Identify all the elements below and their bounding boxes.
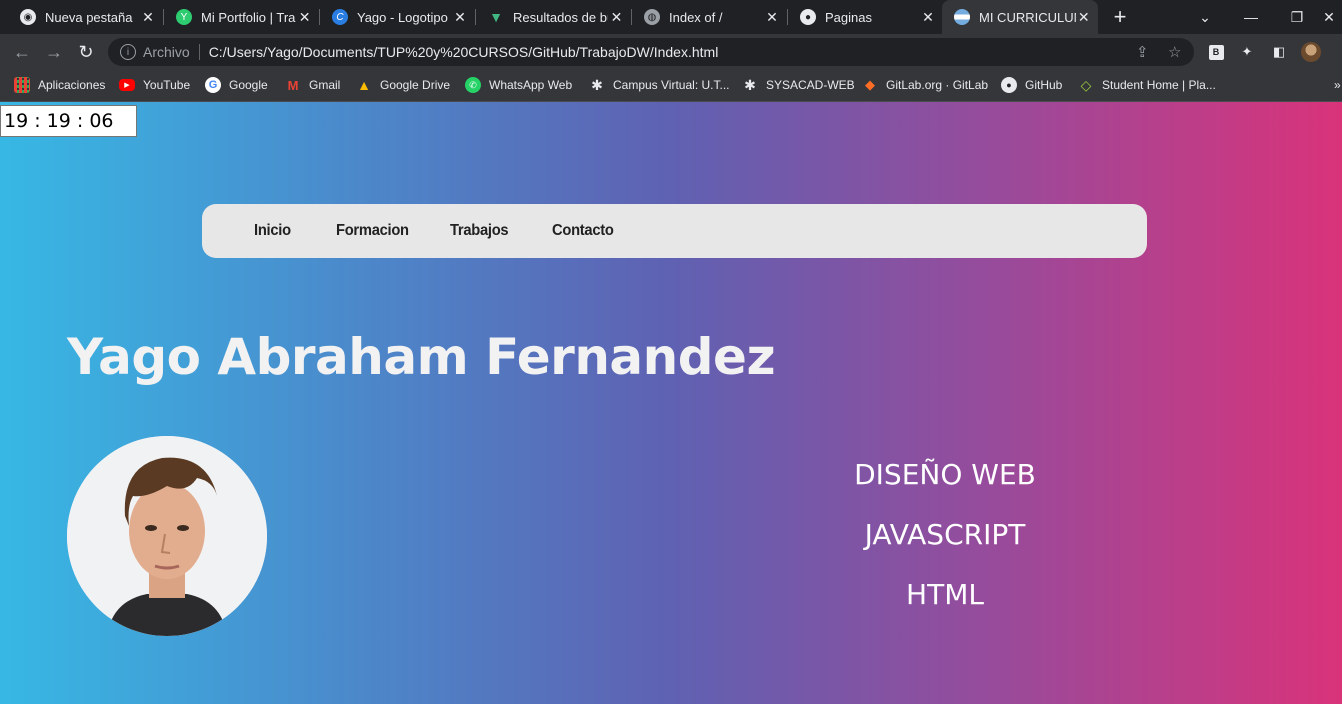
tab-paginas[interactable]: ● Paginas ✕ <box>788 0 943 34</box>
close-icon[interactable]: ✕ <box>763 9 781 26</box>
youtube-icon: ▶ <box>119 79 135 91</box>
bookmark-label: SYSACAD-WEB <box>766 78 855 92</box>
close-icon[interactable]: ✕ <box>451 9 469 26</box>
bookmark-label: Student Home | Pla... <box>1102 78 1216 92</box>
utn-icon: ✱ <box>744 76 756 93</box>
search-results-icon: ▼ <box>489 9 503 25</box>
google-icon: G <box>205 77 221 93</box>
tab-title: Paginas <box>825 9 872 25</box>
address-bar[interactable]: i Archivo C:/Users/Yago/Documents/TUP%20… <box>108 38 1194 66</box>
star-icon[interactable]: ☆ <box>1168 38 1181 66</box>
tab-title: Resultados de bú <box>513 9 609 25</box>
skill-diseno-web: DISEÑO WEB <box>854 458 1036 491</box>
bookmark-student-home[interactable]: ◇ Student Home | Pla... <box>1078 70 1216 100</box>
bookmark-campus-virtual[interactable]: ✱ Campus Virtual: U.T... <box>589 70 729 100</box>
side-panel-icon[interactable]: ◧ <box>1269 42 1289 62</box>
utn-icon: ✱ <box>591 76 603 93</box>
tab-mi-portfolio[interactable]: Y Mi Portfolio | Trab ✕ <box>164 0 319 34</box>
restore-button[interactable]: ❐ <box>1274 0 1320 34</box>
extensions-puzzle-icon[interactable]: ✦ <box>1237 42 1257 62</box>
clock-display: 19 : 19 : 06 <box>0 105 137 137</box>
security-chip: Archivo <box>143 44 190 60</box>
tab-title: MI CURRICULUM <box>979 9 1076 25</box>
tab-title: Nueva pestaña <box>45 9 133 25</box>
extension-b-icon[interactable]: B <box>1206 42 1226 62</box>
bookmark-label: GitHub <box>1025 78 1063 92</box>
bookmark-label: Gmail <box>309 78 341 92</box>
profile-avatar[interactable] <box>1301 42 1321 62</box>
site-navbar: Inicio Formacion Trabajos Contacto <box>202 204 1147 258</box>
nav-trabajos[interactable]: Trabajos <box>450 204 509 258</box>
bookmark-whatsapp[interactable]: ✆ WhatsApp Web <box>465 70 572 100</box>
tab-index-of[interactable]: ◍ Index of / ✕ <box>632 0 787 34</box>
bookmark-sysacad[interactable]: ✱ SYSACAD-WEB <box>742 70 855 100</box>
page-title: Yago Abraham Fernandez <box>67 328 776 386</box>
back-button[interactable]: ← <box>10 40 34 64</box>
skill-javascript: JAVASCRIPT <box>864 518 1026 551</box>
bookmark-label: Campus Virtual: U.T... <box>613 78 730 92</box>
close-icon[interactable]: ✕ <box>608 9 625 26</box>
share-icon[interactable]: ⇪ <box>1136 38 1149 66</box>
url-text[interactable]: C:/Users/Yago/Documents/TUP%20y%20CURSOS… <box>209 44 719 60</box>
tab-title: Index of / <box>669 9 723 25</box>
gmail-icon: M <box>287 77 299 93</box>
reload-button[interactable]: ↻ <box>74 40 98 64</box>
profile-photo <box>67 436 267 636</box>
minimize-button[interactable]: — <box>1228 0 1274 34</box>
google-drive-icon: ▲ <box>357 77 371 93</box>
skill-html: HTML <box>906 578 984 611</box>
globe-icon: ◍ <box>644 9 660 25</box>
new-tab-button[interactable]: + <box>1108 0 1132 34</box>
bookmark-youtube[interactable]: ▶ YouTube <box>119 70 190 100</box>
forward-button[interactable]: → <box>42 40 66 64</box>
github-icon: ● <box>1001 77 1017 93</box>
profile-photo-illustration <box>67 436 267 636</box>
bookmark-gitlab[interactable]: ◆ GitLab.org · GitLab <box>862 70 988 100</box>
bookmark-aplicaciones[interactable]: Aplicaciones <box>14 70 105 100</box>
canva-icon: C <box>332 9 348 25</box>
chrome-icon: ◉ <box>20 9 36 25</box>
close-icon[interactable]: ✕ <box>1076 9 1092 26</box>
apps-grid-icon <box>14 77 30 93</box>
nav-inicio[interactable]: Inicio <box>254 204 291 258</box>
tab-strip: ◉ Nueva pestaña ✕ Y Mi Portfolio | Trab … <box>0 0 1342 34</box>
close-window-button[interactable]: ✕ <box>1316 0 1342 34</box>
nav-formacion[interactable]: Formacion <box>336 204 409 258</box>
gitlab-icon: ◆ <box>865 77 875 92</box>
whatsapp-icon: ✆ <box>465 77 481 93</box>
tab-search-button[interactable]: ⌄ <box>1182 0 1228 34</box>
close-icon[interactable]: ✕ <box>296 9 313 26</box>
tab-title: Mi Portfolio | Trab <box>201 9 297 25</box>
bookmark-label: Aplicaciones <box>38 78 106 92</box>
bookmark-google[interactable]: G Google <box>205 70 268 100</box>
curriculum-page: 19 : 19 : 06 Inicio Formacion Trabajos C… <box>0 102 1342 704</box>
platzi-icon: ◇ <box>1080 76 1092 93</box>
bookmark-label: YouTube <box>143 78 191 92</box>
github-icon: ● <box>800 9 816 25</box>
tab-nueva-pestana[interactable]: ◉ Nueva pestaña ✕ <box>8 0 163 34</box>
bookmark-google-drive[interactable]: ▲ Google Drive <box>356 70 450 100</box>
bookmark-label: WhatsApp Web <box>489 78 573 92</box>
info-icon[interactable]: i <box>120 44 136 60</box>
flag-icon <box>954 9 970 25</box>
tab-resultados[interactable]: ▼ Resultados de bú ✕ <box>476 0 631 34</box>
bookmark-gmail[interactable]: M Gmail <box>285 70 341 100</box>
address-divider <box>198 44 200 60</box>
bookmark-label: GitLab.org · GitLab <box>886 78 989 92</box>
tab-title: Yago - Logotipo <box>357 9 448 25</box>
close-icon[interactable]: ✕ <box>139 9 157 26</box>
tab-yago-logotipo[interactable]: C Yago - Logotipo ✕ <box>320 0 475 34</box>
portfolio-icon: Y <box>176 9 192 25</box>
bookmark-label: Google Drive <box>380 78 451 92</box>
nav-contacto[interactable]: Contacto <box>552 204 614 258</box>
bookmarks-bar: Aplicaciones ▶ YouTube G Google M Gmail … <box>0 70 1342 102</box>
bookmark-label: Google <box>229 78 268 92</box>
bookmark-github[interactable]: ● GitHub <box>1001 70 1062 100</box>
close-icon[interactable]: ✕ <box>919 9 937 26</box>
tab-mi-curriculum[interactable]: MI CURRICULUM ✕ <box>942 0 1098 34</box>
bookmarks-overflow-icon[interactable]: » <box>1334 70 1341 100</box>
